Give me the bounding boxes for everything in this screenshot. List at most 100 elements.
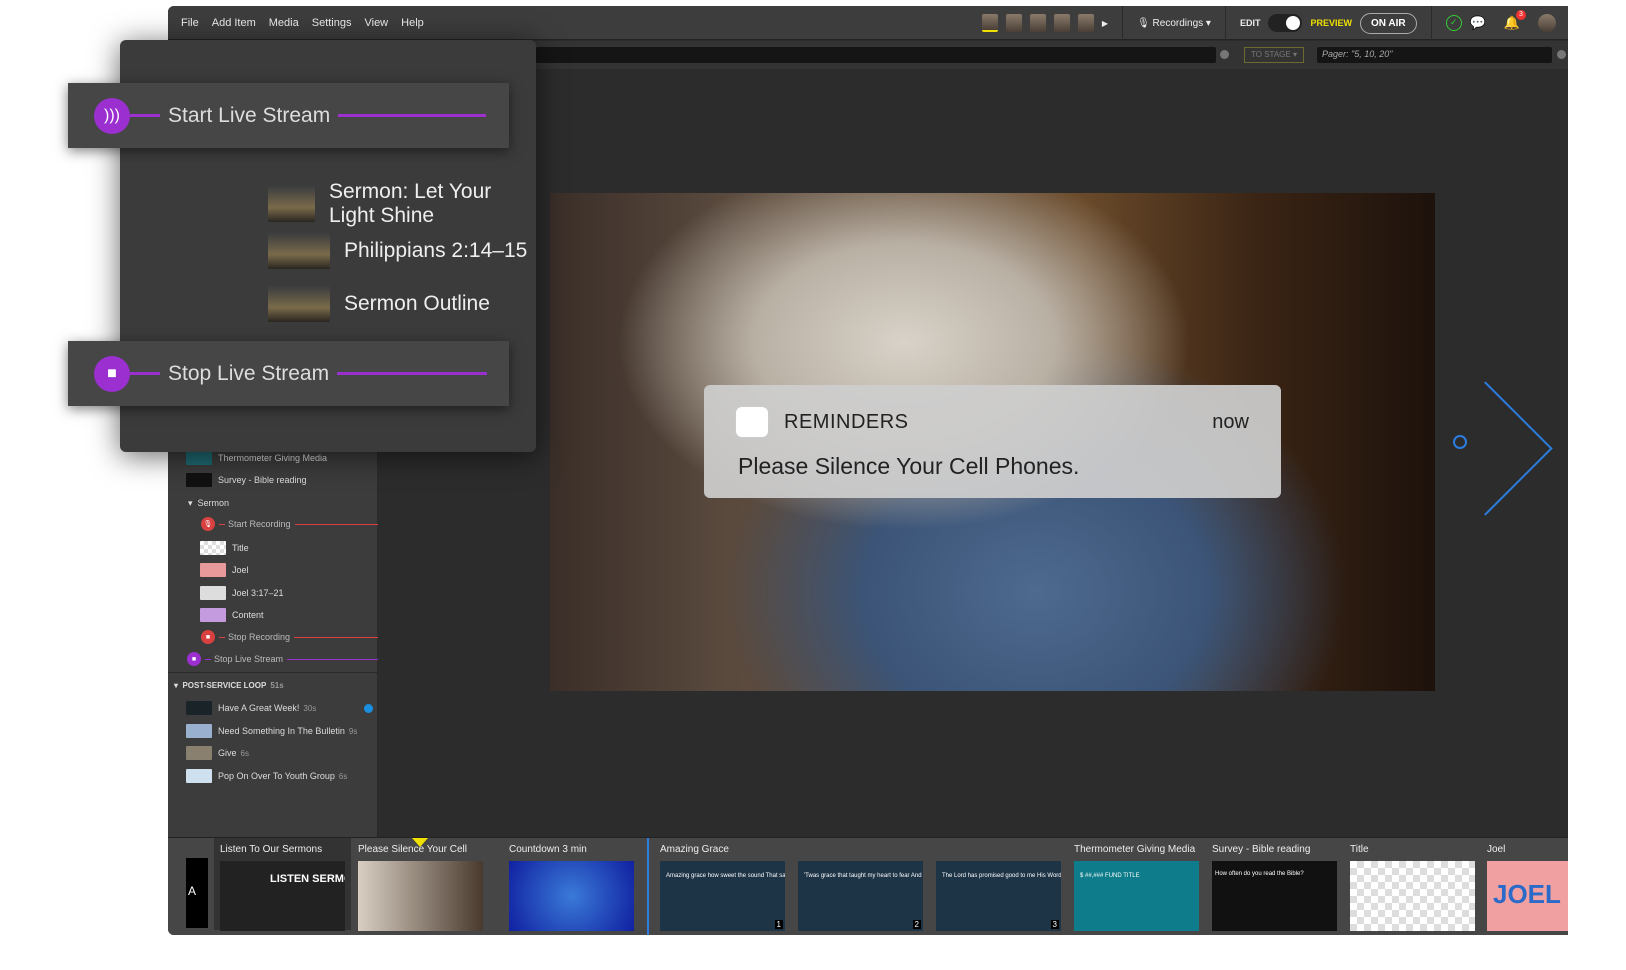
slide-thumbnail: How often do you read the Bible?: [1212, 861, 1337, 931]
collaborator-avatar[interactable]: [1005, 14, 1022, 32]
stop-icon: ■: [201, 630, 215, 644]
menu-view[interactable]: View: [364, 17, 388, 29]
slide-number: 2: [912, 920, 921, 929]
microphone-icon: 🎙: [1137, 17, 1150, 29]
list-item[interactable]: Pop On Over To Youth Group 6s: [186, 769, 347, 783]
microphone-icon: 🎙: [201, 517, 215, 531]
active-slide-marker: [412, 838, 428, 847]
popup-item[interactable]: Sermon Outline: [268, 286, 490, 322]
more-avatars-icon[interactable]: ▶: [1102, 19, 1108, 28]
slide-thumbnail: 'Twas grace that taught my heart to fear…: [798, 861, 923, 931]
edit-label: EDIT: [1239, 18, 1261, 28]
menu-help[interactable]: Help: [401, 17, 424, 29]
next-slide-arrow[interactable]: [1418, 381, 1553, 516]
stop-live-stream-marker[interactable]: ■ Stop Live Stream: [187, 652, 378, 666]
bell-icon[interactable]: 🔔 3: [1504, 10, 1526, 31]
slide-thumbnail: JOEL: [1487, 861, 1568, 931]
filmstrip-slide[interactable]: Title: [1350, 844, 1475, 931]
filmstrip-slide[interactable]: Joel JOEL: [1487, 844, 1568, 931]
list-item[interactable]: Joel 3:17–21: [200, 586, 284, 600]
slide-text: JOEL: [1493, 879, 1561, 909]
slide-thumbnail: [358, 861, 483, 931]
loop-indicator-icon: [1453, 435, 1467, 449]
filmstrip-edge-slide[interactable]: A: [186, 858, 208, 928]
to-stage-dropdown[interactable]: TO STAGE ▾: [1244, 47, 1304, 63]
slide-preview: REMINDERS now Please Silence Your Cell P…: [550, 193, 1435, 691]
menu-settings[interactable]: Settings: [312, 17, 352, 29]
list-item[interactable]: Need Something In The Bulletin 9s: [186, 724, 357, 738]
slide-thumbnail: The Lord has promised good to me His Wor…: [936, 861, 1061, 931]
notification-app-name: REMINDERS: [784, 411, 909, 433]
collaborator-avatar[interactable]: [1077, 14, 1094, 32]
slide-text: How often do you read the Bible?: [1215, 871, 1304, 877]
slide-thumbnail: Amazing grace how sweet the sound That s…: [660, 861, 785, 931]
section-sermon[interactable]: ▾ Sermon: [188, 496, 229, 510]
list-item[interactable]: Title: [200, 541, 249, 555]
list-item[interactable]: Have A Great Week! 30s: [186, 701, 316, 715]
list-item[interactable]: Give 6s: [186, 746, 249, 760]
start-live-stream-label: Start Live Stream: [168, 103, 331, 127]
filmstrip: A Listen To Our Sermons LISTEN SERMONS ON…: [168, 837, 1568, 935]
search-input[interactable]: [536, 47, 1216, 63]
collaborator-avatar[interactable]: [981, 14, 998, 32]
slide-thumbnail: [1350, 861, 1475, 931]
chat-icon[interactable]: 💬: [1470, 15, 1486, 31]
section-post-service-loop[interactable]: ▾ POST-SERVICE LOOP 51s: [174, 678, 284, 692]
slide-title: Title: [1350, 844, 1369, 855]
stop-recording-marker[interactable]: ■ Stop Recording: [201, 630, 378, 644]
slide-title: Survey - Bible reading: [1212, 844, 1311, 855]
slide-title: Thermometer Giving Media: [1074, 844, 1196, 855]
slide-thumbnail: LISTEN SERMONS ONLINE: [220, 861, 345, 931]
slide-thumbnail: $ ##,### FUND TITLE: [1074, 861, 1199, 931]
rss-feed-icon: ))): [94, 97, 130, 134]
filmstrip-slide[interactable]: Thermometer Giving Media $ ##,### FUND TI…: [1074, 844, 1199, 931]
collaborator-avatar[interactable]: [1053, 14, 1070, 32]
slide-text: LISTEN SERMONS ONLINE: [270, 873, 345, 885]
playlist-divider: [647, 838, 649, 935]
start-recording-marker[interactable]: 🎙 Start Recording: [201, 517, 378, 531]
slide-title: Listen To Our Sermons: [220, 844, 323, 855]
preview-label: PREVIEW: [1310, 18, 1352, 28]
slide-text: $ ##,### FUND TITLE: [1080, 873, 1140, 879]
popup-item[interactable]: Philippians 2:14–15: [268, 233, 527, 269]
list-item[interactable]: Joel: [200, 563, 249, 577]
filmstrip-slide[interactable]: The Lord has promised good to me His Wor…: [936, 844, 1061, 931]
list-item[interactable]: Thermometer Giving Media: [186, 451, 327, 465]
menu-file[interactable]: File: [181, 17, 199, 29]
slide-thumbnail: [268, 286, 330, 322]
stop-icon: ■: [94, 355, 130, 392]
slide-number: 1: [774, 920, 783, 929]
stop-live-stream-cue[interactable]: ■ Stop Live Stream: [68, 341, 509, 406]
menu-add-item[interactable]: Add Item: [212, 17, 256, 29]
user-avatar[interactable]: [1538, 14, 1556, 32]
filmstrip-slide[interactable]: Survey - Bible reading How often do you r…: [1212, 844, 1337, 931]
filmstrip-slide[interactable]: Countdown 3 min: [509, 844, 634, 931]
edit-preview-toggle[interactable]: [1268, 14, 1303, 32]
playing-indicator-icon: [364, 704, 373, 713]
slide-text: The Lord has promised good to me His Wor…: [942, 873, 1061, 879]
slide-text: [1350, 861, 1475, 885]
arrow-circle-icon[interactable]: [1557, 50, 1566, 59]
arrow-circle-icon[interactable]: [1220, 50, 1229, 59]
recordings-label: Recordings: [1152, 17, 1204, 29]
slide-text: 'Twas grace that taught my heart to fear…: [804, 873, 923, 879]
notification-message: Please Silence Your Cell Phones.: [738, 453, 1080, 479]
reminders-app-icon: [735, 406, 769, 438]
filmstrip-slide[interactable]: Amazing Grace Amazing grace how sweet the…: [660, 844, 785, 931]
menu-media[interactable]: Media: [269, 17, 299, 29]
collaborator-avatar[interactable]: [1029, 14, 1046, 32]
start-live-stream-cue[interactable]: ))) Start Live Stream: [68, 83, 509, 148]
slide-title: [798, 844, 923, 856]
list-item[interactable]: Content: [200, 608, 264, 622]
filmstrip-slide[interactable]: Please Silence Your Cell: [358, 844, 483, 931]
filmstrip-slide[interactable]: Listen To Our Sermons LISTEN SERMONS ONLI…: [214, 838, 351, 931]
recordings-dropdown[interactable]: 🎙 Recordings ▾: [1137, 18, 1211, 29]
filmstrip-slide[interactable]: 'Twas grace that taught my heart to fear…: [798, 844, 923, 931]
slide-title: [936, 844, 1061, 856]
check-circle-icon[interactable]: ✓: [1445, 15, 1462, 31]
popup-item[interactable]: Sermon: Let Your Light Shine: [268, 180, 536, 228]
pager-input[interactable]: Pager: "5, 10, 20": [1317, 47, 1552, 63]
list-item[interactable]: Survey - Bible reading: [186, 473, 307, 487]
on-air-button[interactable]: ON AIR: [1359, 12, 1417, 34]
slide-thumbnail: [509, 861, 634, 931]
